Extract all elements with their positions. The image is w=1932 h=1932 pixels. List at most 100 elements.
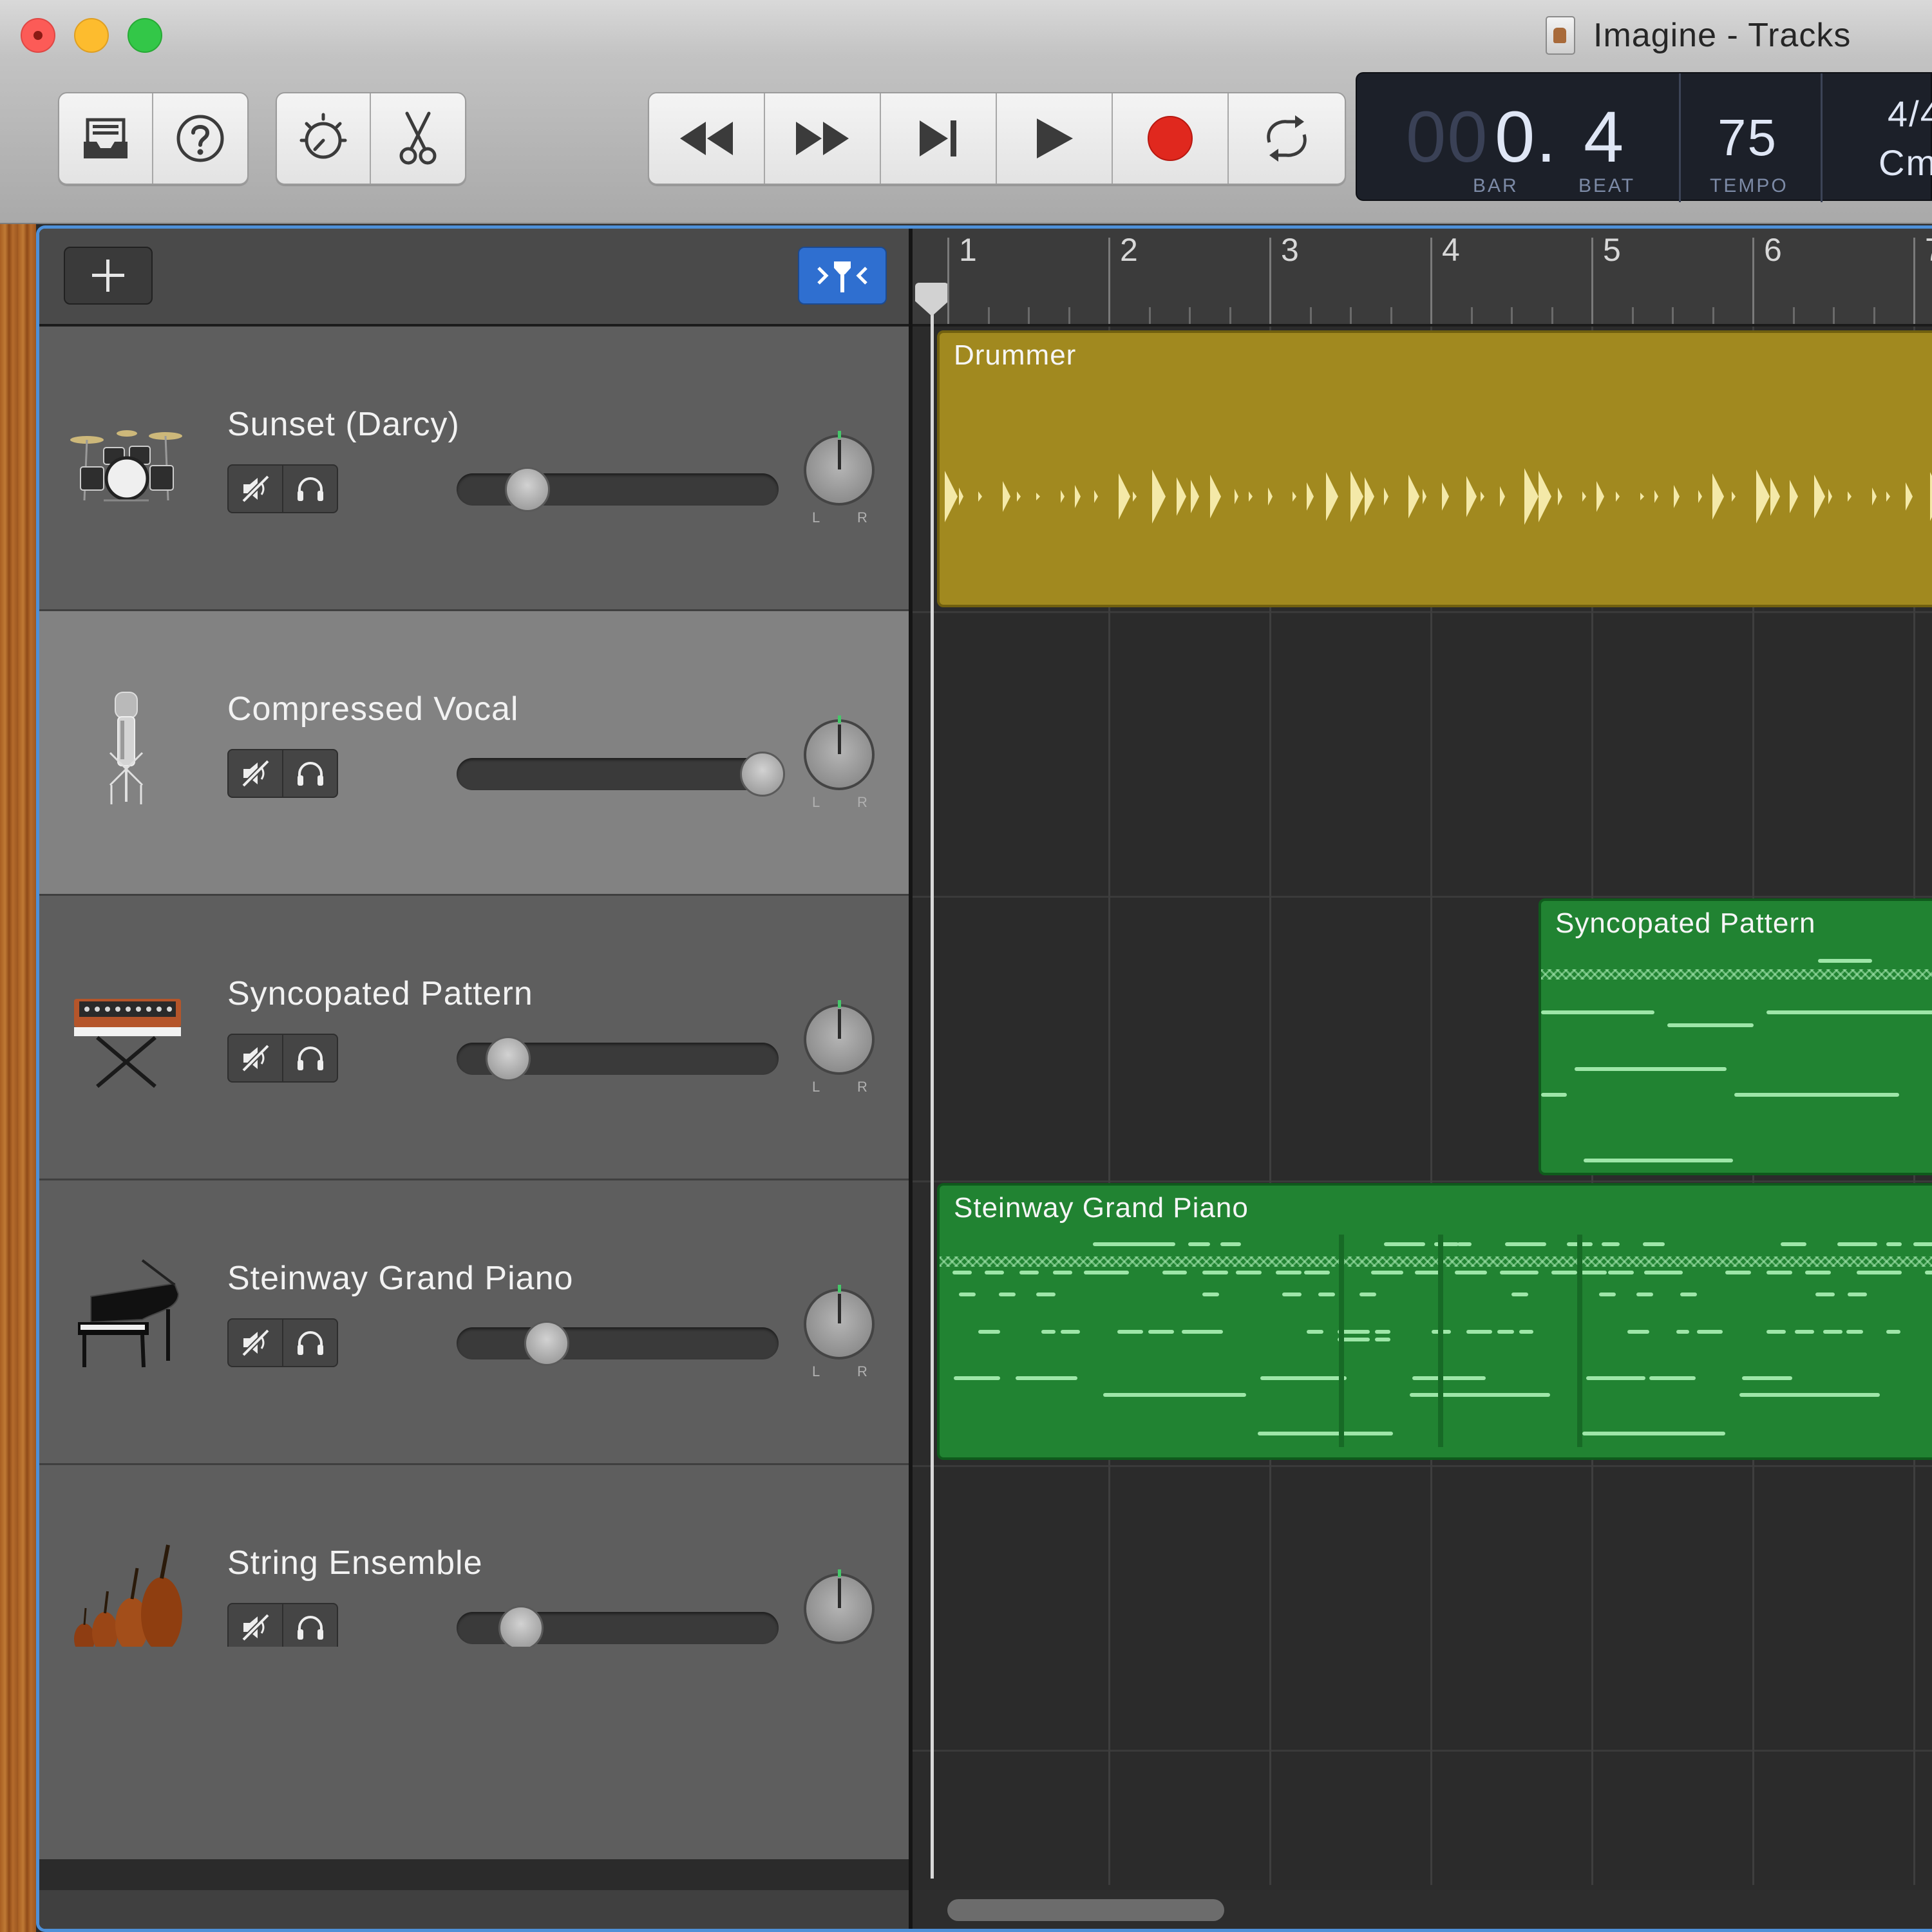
empty-track-area[interactable] <box>39 1647 909 1859</box>
track-row-divider <box>913 1750 1932 1752</box>
drum-hit <box>1235 489 1238 504</box>
track-name[interactable]: Syncopated Pattern <box>227 974 533 1013</box>
drum-hit <box>1249 491 1253 502</box>
midi-note <box>1795 1330 1814 1334</box>
bar-number: 3 <box>1281 232 1299 268</box>
midi-note <box>1117 1330 1143 1334</box>
beat-tick <box>1189 307 1191 324</box>
track-name[interactable]: Compressed Vocal <box>227 690 518 728</box>
drum-hit <box>1698 490 1702 503</box>
scissors-icon <box>399 111 437 165</box>
sustain-marker <box>1577 1235 1582 1447</box>
midi-note <box>1375 1330 1390 1334</box>
drum-hit <box>1350 471 1363 522</box>
volume-slider[interactable] <box>457 752 785 797</box>
horizontal-scrollbar-thumb[interactable] <box>947 1899 1224 1921</box>
track-header[interactable]: Steinway Grand Piano L R <box>39 1180 909 1465</box>
pan-right-label: R <box>857 1363 867 1379</box>
window-title: Imagine - Tracks <box>1546 13 1851 58</box>
go-to-end-button[interactable] <box>881 93 997 184</box>
volume-slider-thumb[interactable] <box>505 467 550 512</box>
volume-slider[interactable] <box>457 1036 779 1081</box>
rewind-button[interactable] <box>649 93 765 184</box>
playhead-line[interactable] <box>931 288 934 1879</box>
midi-note <box>1202 1271 1228 1274</box>
catch-playhead-button[interactable] <box>798 247 887 305</box>
volume-slider[interactable] <box>457 1321 779 1366</box>
minimize-window-button[interactable] <box>74 18 109 53</box>
drum-hit <box>1582 491 1586 502</box>
drum-hit <box>1152 469 1166 524</box>
drum-hit <box>1848 491 1852 502</box>
smart-controls-toolbar-button[interactable] <box>277 93 371 184</box>
cycle-icon <box>1267 115 1307 162</box>
volume-slider-thumb[interactable] <box>740 752 785 797</box>
volume-slider[interactable] <box>457 467 779 512</box>
zoom-window-button[interactable] <box>128 18 162 53</box>
solo-button[interactable] <box>283 466 337 512</box>
midi-note <box>1766 1010 1932 1014</box>
midi-note <box>1805 1271 1831 1274</box>
volume-slider[interactable] <box>457 1605 779 1651</box>
headers-divider[interactable] <box>909 229 913 1929</box>
volume-slider-thumb[interactable] <box>486 1036 531 1081</box>
pan-knob[interactable] <box>804 715 875 790</box>
track-name[interactable]: String Ensemble <box>227 1544 483 1582</box>
add-track-button[interactable] <box>64 247 153 305</box>
track-header[interactable]: Sunset (Darcy) L R <box>39 327 909 611</box>
solo-button[interactable] <box>283 1320 337 1366</box>
lcd-display[interactable]: 00 0. 4 BAR BEAT 75 TEMPO 4/4 Cma <box>1356 72 1932 202</box>
pan-knob[interactable] <box>804 1569 875 1644</box>
track-header[interactable]: Syncopated Pattern L R <box>39 896 909 1180</box>
midi-note <box>1582 1432 1725 1435</box>
track-name[interactable]: Steinway Grand Piano <box>227 1259 573 1298</box>
bar-tick <box>1913 238 1915 324</box>
volume-slider-thumb[interactable] <box>498 1605 544 1651</box>
close-window-button[interactable] <box>21 18 55 53</box>
drummer-region[interactable]: Drummer <box>937 330 1932 607</box>
pan-left-label: L <box>812 509 820 526</box>
volume-slider-thumb[interactable] <box>524 1321 569 1366</box>
midi-note <box>1036 1293 1056 1296</box>
catch-playhead-icon <box>817 261 867 292</box>
cycle-button[interactable] <box>1229 93 1345 184</box>
beat-tick <box>1712 307 1714 324</box>
drum-hit <box>1828 489 1832 504</box>
syncopated-pattern-region[interactable]: Syncopated Pattern <box>1539 898 1932 1175</box>
solo-button[interactable] <box>283 1604 337 1651</box>
pan-knob[interactable] <box>804 1000 875 1075</box>
play-button[interactable] <box>997 93 1113 184</box>
pan-knob[interactable] <box>804 1285 875 1359</box>
track-name[interactable]: Sunset (Darcy) <box>227 405 460 444</box>
editors-button[interactable] <box>371 93 465 184</box>
solo-button[interactable] <box>283 1035 337 1081</box>
solo-button[interactable] <box>283 750 337 797</box>
midi-note <box>1500 1271 1539 1274</box>
steinway-grand-piano-region[interactable]: Steinway Grand Piano <box>937 1183 1932 1460</box>
mute-button[interactable] <box>229 1320 283 1366</box>
fast-forward-button[interactable] <box>765 93 881 184</box>
headphones-icon <box>297 1331 323 1355</box>
record-button[interactable] <box>1113 93 1229 184</box>
drum-waveform <box>945 468 1932 525</box>
lcd-bar-leading-digits: 00 <box>1406 97 1489 177</box>
midi-note <box>1220 1242 1241 1246</box>
mute-button[interactable] <box>229 750 283 797</box>
midi-note <box>1103 1393 1246 1397</box>
midi-note <box>1649 1376 1696 1380</box>
midi-note <box>959 1293 976 1296</box>
midi-note <box>1742 1376 1792 1380</box>
track-headers-footer <box>39 1890 909 1929</box>
mute-button[interactable] <box>229 1035 283 1081</box>
midi-note <box>1061 1330 1080 1334</box>
help-button[interactable] <box>153 93 247 184</box>
drum-kit-icon <box>70 430 182 502</box>
track-header[interactable]: Compressed Vocal L R <box>39 611 909 896</box>
mute-button[interactable] <box>229 1604 283 1651</box>
library-button[interactable] <box>59 93 153 184</box>
midi-note <box>1519 1330 1533 1334</box>
mute-button[interactable] <box>229 466 283 512</box>
pan-knob[interactable] <box>804 431 875 506</box>
mute-icon <box>240 759 270 789</box>
bar-number: 4 <box>1442 232 1460 268</box>
